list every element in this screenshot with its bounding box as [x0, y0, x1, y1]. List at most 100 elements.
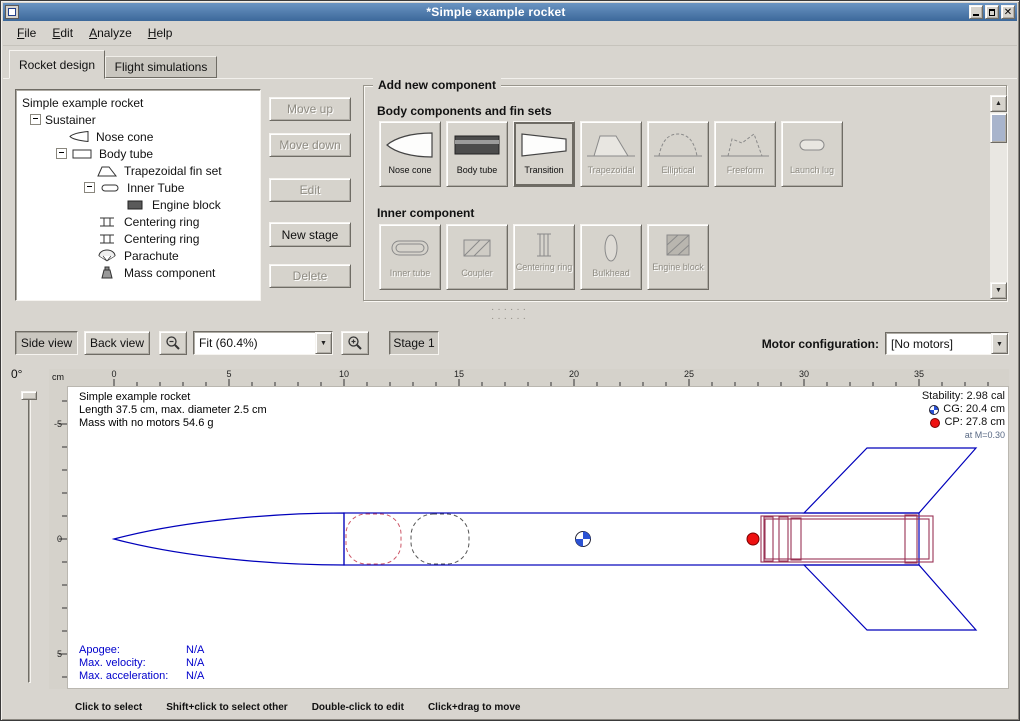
- engine-block-shape[interactable]: [791, 518, 801, 560]
- add-centering-ring-button[interactable]: Centering ring: [513, 224, 575, 290]
- mach-note-text: at M=0.30: [785, 429, 1005, 442]
- centering-ring-icon: [517, 230, 571, 260]
- tree-item-label: Nose cone: [96, 130, 153, 144]
- tree-expander[interactable]: [30, 114, 41, 125]
- motor-configuration-select[interactable]: [No motors]: [885, 332, 1009, 355]
- stage-1-toggle[interactable]: Stage 1: [389, 331, 439, 355]
- motor-configuration-value: [No motors]: [886, 333, 991, 354]
- inner-tube-inner-outline[interactable]: [765, 519, 929, 559]
- scrollbar-thumb[interactable]: [990, 113, 1007, 143]
- view-splitter[interactable]: ······: [1, 316, 1019, 323]
- move-down-button[interactable]: Move down: [269, 133, 351, 157]
- tree-item-rocket[interactable]: Simple example rocket: [16, 94, 260, 111]
- tree-item-centering-ring-1[interactable]: Centering ring: [16, 213, 260, 230]
- tree-item-label: Mass component: [124, 266, 215, 280]
- trapezoidal-fin-icon: [584, 127, 638, 163]
- slider-track[interactable]: [28, 393, 31, 683]
- tab-rocket-design-label: Rocket design: [19, 58, 95, 72]
- rear-centering-ring-shape[interactable]: [905, 515, 917, 563]
- menu-analyze[interactable]: Analyze: [81, 23, 140, 43]
- body-component-buttons: Nose cone Body tube Transition Trapezoid…: [379, 121, 843, 187]
- window-menu-icon[interactable]: [5, 5, 19, 19]
- zoom-in-button[interactable]: [341, 331, 369, 355]
- nose-cone-shape[interactable]: [114, 513, 344, 565]
- rotation-slider[interactable]: [19, 389, 39, 687]
- cg-icon: [929, 405, 939, 415]
- tree-item-trapezoidal-fin-set[interactable]: Trapezoidal fin set: [16, 162, 260, 179]
- tree-item-inner-tube[interactable]: Inner Tube: [16, 179, 260, 196]
- chevron-down-icon[interactable]: [991, 333, 1008, 354]
- tree-item-label: Centering ring: [124, 215, 199, 229]
- zoom-out-button[interactable]: [159, 331, 187, 355]
- tree-item-centering-ring-2[interactable]: Centering ring: [16, 230, 260, 247]
- parachute-outline[interactable]: [346, 514, 401, 564]
- edit-button[interactable]: Edit: [269, 178, 351, 202]
- tree-item-engine-block[interactable]: Engine block: [16, 196, 260, 213]
- tree-expander[interactable]: [56, 148, 67, 159]
- cp-marker: [747, 533, 759, 545]
- add-launch-lug-button[interactable]: Launch lug: [781, 121, 843, 187]
- component-panel-scrollbar[interactable]: [990, 95, 1007, 299]
- add-freeform-fin-button[interactable]: Freeform: [714, 121, 776, 187]
- add-elliptical-fin-button[interactable]: Elliptical: [647, 121, 709, 187]
- svg-text:5: 5: [57, 649, 62, 659]
- delete-button[interactable]: Delete: [269, 264, 351, 288]
- freeform-fin-icon: [718, 127, 772, 163]
- comp-label: Trapezoidal: [588, 165, 635, 175]
- minimize-button[interactable]: [969, 5, 983, 19]
- tab-flight-simulations-label: Flight simulations: [115, 60, 208, 74]
- add-inner-tube-button[interactable]: Inner tube: [379, 224, 441, 290]
- mass-component-outline[interactable]: [411, 514, 469, 564]
- close-button[interactable]: [1001, 5, 1015, 19]
- tree-item-mass-component[interactable]: Mass component: [16, 264, 260, 281]
- add-coupler-button[interactable]: Coupler: [446, 224, 508, 290]
- menu-help[interactable]: Help: [140, 23, 181, 43]
- fin-lower-shape[interactable]: [804, 565, 976, 630]
- tree-item-label: Inner Tube: [127, 181, 184, 195]
- move-up-button[interactable]: Move up: [269, 97, 351, 121]
- tree-expander[interactable]: [84, 182, 95, 193]
- vertical-ruler: -5 0 5: [49, 386, 67, 689]
- body-tube-shape[interactable]: [344, 513, 919, 565]
- zoom-out-icon: [165, 335, 181, 351]
- cg-text: CG: 20.4 cm: [943, 403, 1005, 416]
- hint-double-click: Double-click to edit: [312, 702, 404, 713]
- tree-item-sustainer[interactable]: Sustainer: [16, 111, 260, 128]
- add-engine-block-button[interactable]: Engine block: [647, 224, 709, 290]
- horizontal-ruler: 0 5 10 15 20 25 30 35: [67, 369, 1009, 386]
- centering-ring-icon: [96, 215, 118, 228]
- maximize-button[interactable]: [985, 5, 999, 19]
- tree-item-label: Simple example rocket: [22, 96, 143, 110]
- bulkhead-icon: [584, 230, 638, 266]
- hint-shift-click: Shift+click to select other: [166, 702, 287, 713]
- add-nose-cone-button[interactable]: Nose cone: [379, 121, 441, 187]
- cp-text: CP: 27.8 cm: [944, 416, 1005, 429]
- tab-rocket-design[interactable]: Rocket design: [9, 50, 105, 79]
- tree-item-parachute[interactable]: Parachute: [16, 247, 260, 264]
- tab-flight-simulations[interactable]: Flight simulations: [105, 56, 217, 78]
- zoom-select[interactable]: Fit (60.4%): [193, 331, 333, 355]
- centering-ring-icon: [96, 232, 118, 245]
- inner-tube-outline[interactable]: [761, 516, 933, 562]
- scroll-up-icon[interactable]: [990, 95, 1007, 112]
- tree-item-nose-cone[interactable]: Nose cone: [16, 128, 260, 145]
- scroll-down-icon[interactable]: [990, 282, 1007, 299]
- fin-upper-shape[interactable]: [804, 448, 976, 513]
- comp-label: Inner tube: [390, 268, 431, 278]
- add-body-tube-button[interactable]: Body tube: [446, 121, 508, 187]
- new-stage-button[interactable]: New stage: [269, 222, 351, 247]
- add-transition-button[interactable]: Transition: [513, 121, 575, 187]
- parachute-icon: [96, 249, 118, 262]
- tree-item-body-tube[interactable]: Body tube: [16, 145, 260, 162]
- centering-ring-2-shape[interactable]: [779, 517, 788, 561]
- hint-click-drag: Click+drag to move: [428, 702, 521, 713]
- menu-file[interactable]: File: [9, 23, 44, 43]
- chevron-down-icon[interactable]: [315, 332, 332, 354]
- add-bulkhead-button[interactable]: Bulkhead: [580, 224, 642, 290]
- body-tube-icon: [71, 147, 93, 160]
- back-view-button[interactable]: Back view: [84, 331, 150, 355]
- add-trapezoidal-fin-button[interactable]: Trapezoidal: [580, 121, 642, 187]
- side-view-button[interactable]: Side view: [15, 331, 78, 355]
- menu-edit[interactable]: Edit: [44, 23, 81, 43]
- slider-handle[interactable]: [21, 391, 37, 400]
